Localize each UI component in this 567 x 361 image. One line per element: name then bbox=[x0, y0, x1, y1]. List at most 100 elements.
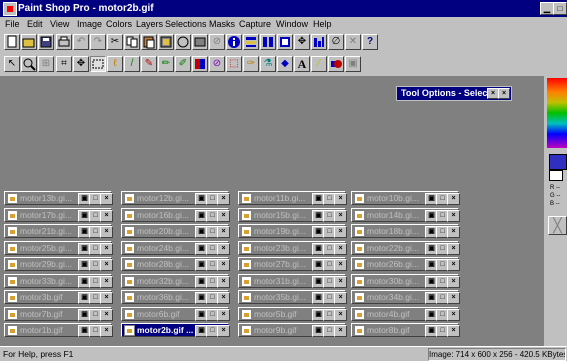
close-button[interactable]: × bbox=[100, 243, 113, 255]
minimized-window[interactable]: motor29b.gi... ▣ □ × bbox=[4, 257, 113, 271]
copy-icon[interactable] bbox=[124, 34, 140, 50]
minimized-window[interactable]: motor23b.gi... ▣ □ × bbox=[238, 241, 347, 255]
menu-edit[interactable]: Edit bbox=[27, 18, 43, 31]
minimized-window[interactable]: motor8b.gif ▣ □ × bbox=[351, 323, 460, 337]
object-selector-icon[interactable]: ▣ bbox=[345, 56, 361, 72]
background-color-swatch[interactable] bbox=[549, 170, 563, 181]
info-icon[interactable] bbox=[226, 34, 242, 50]
close-button[interactable]: × bbox=[100, 276, 113, 288]
close-button[interactable]: × bbox=[100, 325, 113, 337]
close-button[interactable]: × bbox=[100, 193, 113, 205]
app-icon[interactable] bbox=[3, 2, 17, 16]
minimized-window[interactable]: motor25b.gi... ▣ □ × bbox=[4, 241, 113, 255]
close-button[interactable]: × bbox=[334, 193, 347, 205]
menu-file[interactable]: File bbox=[5, 18, 20, 31]
minimized-window[interactable]: motor27b.gi... ▣ □ × bbox=[238, 257, 347, 271]
minimized-window[interactable]: motor19b.gi... ▣ □ × bbox=[238, 224, 347, 238]
minimized-window[interactable]: motor15b.gi... ▣ □ × bbox=[238, 208, 347, 222]
close-button[interactable]: × bbox=[334, 292, 347, 304]
redo-icon[interactable]: ↷ bbox=[90, 34, 106, 50]
close-button[interactable]: × bbox=[100, 210, 113, 222]
menu-view[interactable]: View bbox=[50, 18, 69, 31]
paintbrush-tool-icon[interactable]: ✏ bbox=[158, 56, 174, 72]
open-icon[interactable] bbox=[21, 34, 37, 50]
layer-palette-icon[interactable] bbox=[243, 34, 259, 50]
menu-help[interactable]: Help bbox=[313, 18, 332, 31]
close-button[interactable]: × bbox=[447, 226, 460, 238]
minimized-window[interactable]: motor2b.gif ... ▣ □ × bbox=[121, 323, 230, 337]
minimized-window[interactable]: motor34b.gi... ▣ □ × bbox=[351, 290, 460, 304]
close-button[interactable]: × bbox=[217, 210, 230, 222]
screen-capture-icon[interactable] bbox=[175, 34, 191, 50]
save-icon[interactable] bbox=[38, 34, 54, 50]
close-button[interactable]: × bbox=[334, 243, 347, 255]
maximize-button[interactable]: □ bbox=[553, 2, 567, 15]
close-button[interactable]: × bbox=[100, 292, 113, 304]
minimized-window[interactable]: motor10b.gi... ▣ □ × bbox=[351, 191, 460, 205]
close-button[interactable]: × bbox=[334, 259, 347, 271]
retouch-tool-icon[interactable]: ⊘ bbox=[209, 56, 225, 72]
close-button[interactable]: × bbox=[334, 325, 347, 337]
window-close-icon[interactable]: × bbox=[498, 88, 510, 99]
foreground-color-swatch[interactable] bbox=[549, 154, 567, 170]
minimized-window[interactable]: motor5b.gif ▣ □ × bbox=[238, 307, 347, 321]
overview-icon[interactable]: ✥ bbox=[294, 34, 310, 50]
draw-tool-icon[interactable]: ⁄ bbox=[311, 56, 327, 72]
deformation-tool-icon[interactable]: ⊞ bbox=[38, 56, 54, 72]
filter-icon[interactable]: ∅ bbox=[328, 34, 344, 50]
style-swatch-icon[interactable]: ╳ bbox=[548, 216, 567, 235]
color-spectrum[interactable] bbox=[544, 78, 567, 148]
picture-tube-tool-icon[interactable]: ✑ bbox=[243, 56, 259, 72]
close-button[interactable]: × bbox=[447, 259, 460, 271]
airbrush-tool-icon[interactable]: ⚗ bbox=[260, 56, 276, 72]
menu-image[interactable]: Image bbox=[77, 18, 102, 31]
tool-palette-icon[interactable] bbox=[260, 34, 276, 50]
minimized-window[interactable]: motor28b.gi... ▣ □ × bbox=[121, 257, 230, 271]
text-tool-icon[interactable]: A bbox=[294, 56, 310, 72]
menu-selections[interactable]: Selections bbox=[165, 18, 207, 31]
arrow-tool-icon[interactable]: ↖ bbox=[4, 56, 20, 72]
tool-options-palette[interactable]: Tool Options - Select × × bbox=[396, 86, 512, 101]
menu-colors[interactable]: Colors bbox=[106, 18, 132, 31]
color-palette-icon[interactable] bbox=[277, 34, 293, 50]
minimized-window[interactable]: motor13b.gi... ▣ □ × bbox=[4, 191, 113, 205]
close-button[interactable]: × bbox=[447, 292, 460, 304]
minimized-window[interactable]: motor11b.gi... ▣ □ × bbox=[238, 191, 347, 205]
close-button[interactable]: × bbox=[217, 276, 230, 288]
minimize-button[interactable]: ▁ bbox=[540, 2, 554, 15]
minimized-window[interactable]: motor14b.gi... ▣ □ × bbox=[351, 208, 460, 222]
minimized-window[interactable]: motor12b.gi... ▣ □ × bbox=[121, 191, 230, 205]
flood-fill-tool-icon[interactable]: ◆ bbox=[277, 56, 293, 72]
close-button[interactable]: × bbox=[447, 210, 460, 222]
close-button[interactable]: × bbox=[100, 226, 113, 238]
menu-masks[interactable]: Masks bbox=[209, 18, 235, 31]
close-button[interactable]: × bbox=[100, 309, 113, 321]
paste-icon[interactable] bbox=[141, 34, 157, 50]
close-button[interactable]: × bbox=[217, 226, 230, 238]
selection-tool-icon[interactable] bbox=[90, 56, 106, 72]
help-icon[interactable]: ? bbox=[362, 34, 378, 50]
minimized-window[interactable]: motor3b.gif ▣ □ × bbox=[4, 290, 113, 304]
minimized-window[interactable]: motor22b.gi... ▣ □ × bbox=[351, 241, 460, 255]
histogram-icon[interactable] bbox=[311, 34, 327, 50]
minimized-window[interactable]: motor1b.gif ▣ □ × bbox=[4, 323, 113, 337]
new-icon[interactable] bbox=[4, 34, 20, 50]
close-button[interactable]: × bbox=[447, 325, 460, 337]
close-button[interactable]: × bbox=[447, 193, 460, 205]
minimized-window[interactable]: motor7b.gif ▣ □ × bbox=[4, 307, 113, 321]
twain-icon[interactable]: ⊘ bbox=[209, 34, 225, 50]
close-button[interactable]: × bbox=[217, 243, 230, 255]
minimized-window[interactable]: motor35b.gi... ▣ □ × bbox=[238, 290, 347, 304]
close-button[interactable]: × bbox=[447, 276, 460, 288]
close-button[interactable]: × bbox=[334, 226, 347, 238]
menu-layers[interactable]: Layers bbox=[136, 18, 163, 31]
close-button[interactable]: × bbox=[217, 259, 230, 271]
paste-new-icon[interactable] bbox=[158, 34, 174, 50]
close-button[interactable]: × bbox=[100, 259, 113, 271]
close-button[interactable]: × bbox=[217, 309, 230, 321]
minimized-window[interactable]: motor17b.gi... ▣ □ × bbox=[4, 208, 113, 222]
color-replacer-tool-icon[interactable] bbox=[192, 56, 208, 72]
close-button[interactable]: × bbox=[447, 309, 460, 321]
minimized-window[interactable]: motor16b.gi... ▣ □ × bbox=[121, 208, 230, 222]
close-button[interactable]: × bbox=[334, 309, 347, 321]
